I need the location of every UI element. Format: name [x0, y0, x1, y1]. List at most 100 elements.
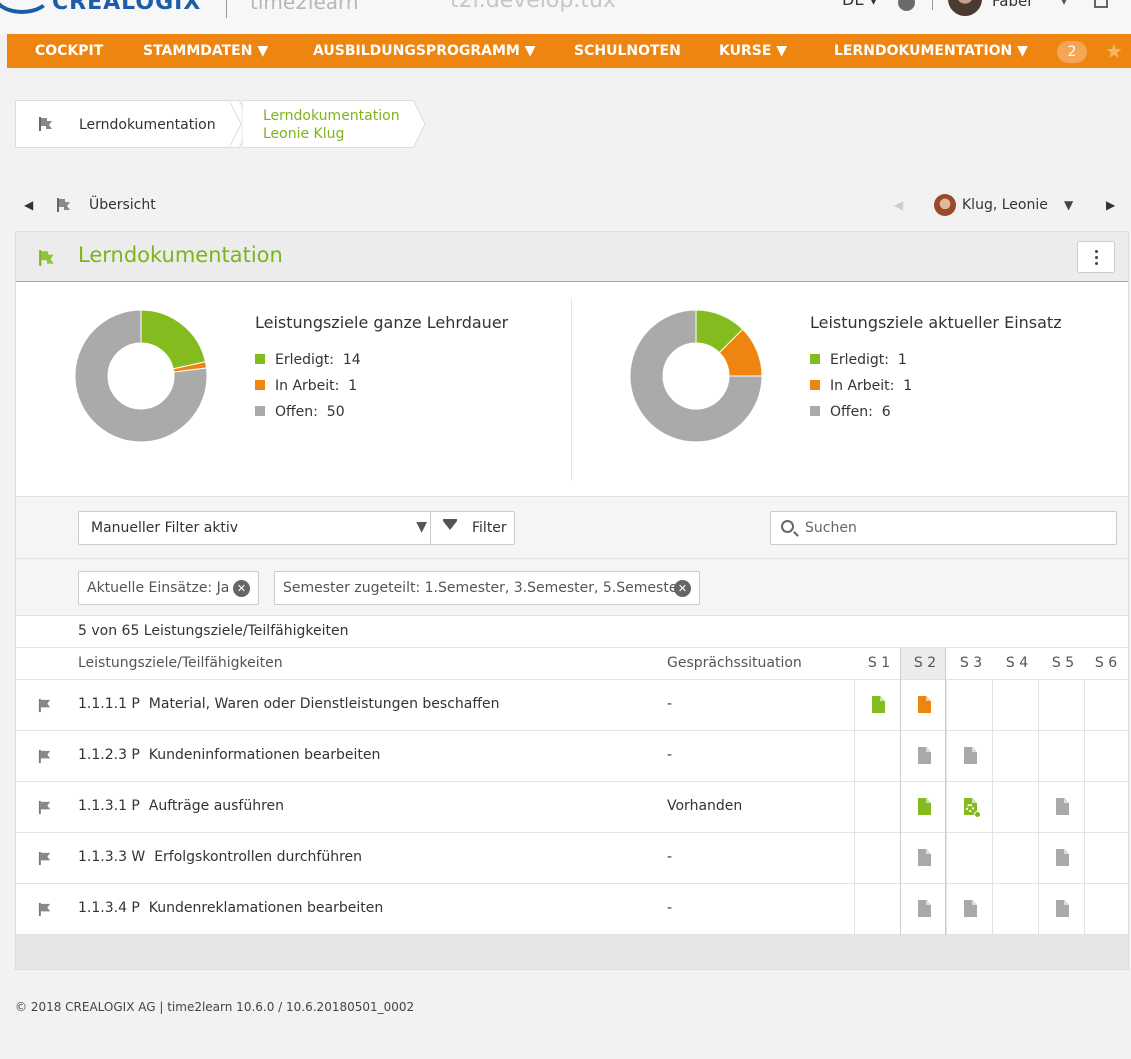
flag-icon[interactable]: [38, 749, 53, 764]
chevron-down-icon[interactable]: ▾: [1060, 0, 1068, 9]
flag-icon[interactable]: [38, 698, 53, 713]
row-situation: -: [667, 747, 673, 763]
document-icon[interactable]: [1056, 849, 1069, 866]
nav-lerndokumentation[interactable]: LERNDOKUMENTATION ▼: [834, 43, 1028, 59]
person-dropdown-icon[interactable]: ▼: [1064, 198, 1073, 212]
semester-cell-s5[interactable]: [1038, 782, 1084, 832]
language-label: DE: [842, 0, 864, 9]
chart-title: Leistungsziele aktueller Einsatz: [810, 313, 1062, 332]
logo-icon: [0, 0, 52, 14]
search-input[interactable]: [805, 518, 1105, 538]
top-header: CREALOGIX time2learn t2l.develop.tux DE …: [0, 0, 1131, 34]
prev-arrow-icon[interactable]: ◀: [24, 198, 33, 212]
donut-chart-einsatz: [629, 309, 763, 443]
user-name[interactable]: Faber: [992, 0, 1033, 10]
breadcrumb-item-lerndokumentation[interactable]: Lerndokumentation: [15, 100, 241, 148]
document-icon[interactable]: [872, 696, 885, 713]
legend-value: 14: [342, 352, 361, 368]
semester-cell-s1[interactable]: [854, 680, 900, 730]
funnel-icon: [443, 521, 457, 530]
semester-cell-s5[interactable]: [1038, 833, 1084, 883]
more-menu-button[interactable]: [1077, 241, 1115, 273]
row-code: 1.1.3.1 P: [78, 798, 140, 814]
legend-done: Erledigt: 1: [810, 352, 907, 368]
donut-chart-lehrdauer: [74, 309, 208, 443]
document-icon[interactable]: [1056, 900, 1069, 917]
dropdown-arrow-icon: ▼: [416, 519, 427, 535]
semester-cell-s1: [854, 782, 900, 832]
breadcrumb-current: Lerndokumentation Leonie Klug: [263, 107, 400, 143]
filter-bar: Manueller Filter aktiv ▼ Filter: [16, 497, 1128, 559]
nav-stammdaten[interactable]: STAMMDATEN ▼: [143, 43, 268, 59]
col-header-s6[interactable]: S 6: [1084, 655, 1128, 671]
col-header-name[interactable]: Leistungsziele/Teilfähigkeiten: [78, 655, 283, 671]
row-situation: -: [667, 696, 673, 712]
semester-cell-s5[interactable]: [1038, 884, 1084, 934]
document-icon[interactable]: [964, 798, 981, 818]
flag-icon: [39, 117, 52, 131]
row-title: 1.1.1.1 P Material, Waren oder Dienstlei…: [78, 696, 500, 712]
flag-icon[interactable]: [38, 851, 53, 866]
person-name[interactable]: Klug, Leonie: [962, 197, 1048, 213]
logo-text: CREALOGIX: [52, 0, 202, 15]
filter-select-value: Manueller Filter aktiv: [91, 520, 239, 536]
semester-cell-s6: [1084, 833, 1130, 883]
col-header-s1[interactable]: S 1: [857, 655, 901, 671]
help-icon[interactable]: [898, 0, 915, 11]
semester-cell-s5: [1038, 680, 1084, 730]
star-icon[interactable]: ★: [1105, 39, 1123, 63]
main-nav: COCKPIT STAMMDATEN ▼ AUSBILDUNGSPROGRAMM…: [7, 34, 1131, 68]
semester-cell-s1: [854, 833, 900, 883]
filter-button[interactable]: Filter: [430, 511, 515, 545]
nav-ausbildungsprogramm[interactable]: AUSBILDUNGSPROGRAMM ▼: [313, 43, 536, 59]
flag-icon[interactable]: [38, 800, 53, 815]
legend-label: Erledigt:: [275, 352, 334, 368]
legend-open: Offen: 50: [255, 404, 345, 420]
nav-kurse[interactable]: KURSE ▼: [719, 43, 787, 59]
table-row[interactable]: 1.1.2.3 P Kundeninformationen bearbeiten…: [16, 731, 1128, 782]
row-title: 1.1.3.4 P Kundenreklamationen bearbeiten: [78, 900, 383, 916]
document-icon[interactable]: [1056, 798, 1069, 815]
breadcrumb-label: Lerndokumentation: [79, 117, 216, 133]
col-header-situation[interactable]: Gesprächssituation: [667, 655, 802, 671]
row-situation: Vorhanden: [667, 798, 743, 814]
row-situation: -: [667, 849, 673, 865]
logout-icon[interactable]: [1094, 0, 1108, 8]
row-situation: -: [667, 900, 673, 916]
legend-open: Offen: 6: [810, 404, 891, 420]
table-row[interactable]: 1.1.1.1 P Material, Waren oder Dienstlei…: [16, 680, 1128, 731]
semester-cell-s3[interactable]: [946, 731, 992, 781]
remove-chip-icon[interactable]: ✕: [233, 580, 250, 597]
panel-footer: [16, 935, 1128, 969]
kebab-dot: [1095, 262, 1098, 265]
nav-cockpit[interactable]: COCKPIT: [35, 43, 103, 59]
document-icon[interactable]: [964, 900, 977, 917]
col-header-s3[interactable]: S 3: [949, 655, 993, 671]
flag-icon[interactable]: [38, 902, 53, 917]
next-person-icon[interactable]: ▶: [1106, 198, 1115, 212]
flag-icon: [39, 250, 54, 266]
semester-cell-s1: [854, 731, 900, 781]
table-row[interactable]: 1.1.3.3 W Erfolgskontrollen durchführen -: [16, 833, 1128, 884]
remove-chip-icon[interactable]: ✕: [674, 580, 691, 597]
legend-value: 1: [897, 352, 907, 368]
col-header-s4[interactable]: S 4: [995, 655, 1039, 671]
row-title: 1.1.3.3 W Erfolgskontrollen durchführen: [78, 849, 362, 865]
language-select[interactable]: DE ▾: [842, 0, 878, 9]
col-header-s5[interactable]: S 5: [1041, 655, 1085, 671]
table-row[interactable]: 1.1.3.4 P Kundenreklamationen bearbeiten…: [16, 884, 1128, 935]
document-icon[interactable]: [964, 747, 977, 764]
nav-schulnoten[interactable]: SCHULNOTEN: [574, 43, 681, 59]
semester-cell-s3[interactable]: [946, 782, 992, 832]
semester-cell-s3[interactable]: [946, 884, 992, 934]
row-code: 1.1.1.1 P: [78, 696, 140, 712]
legend-value: 50: [326, 404, 345, 420]
charts-section: Leistungsziele ganze Lehrdauer Erledigt:…: [16, 283, 1128, 497]
breadcrumb-item-current: Lerndokumentation Leonie Klug: [243, 100, 413, 148]
overview-link[interactable]: Übersicht: [89, 197, 156, 213]
notification-badge[interactable]: 2: [1057, 41, 1087, 63]
donut-slice-done: [140, 309, 207, 370]
table-row[interactable]: 1.1.3.1 P Aufträge ausführen Vorhanden: [16, 782, 1128, 833]
user-avatar[interactable]: [948, 0, 982, 16]
filter-select[interactable]: Manueller Filter aktiv ▼: [78, 511, 436, 545]
